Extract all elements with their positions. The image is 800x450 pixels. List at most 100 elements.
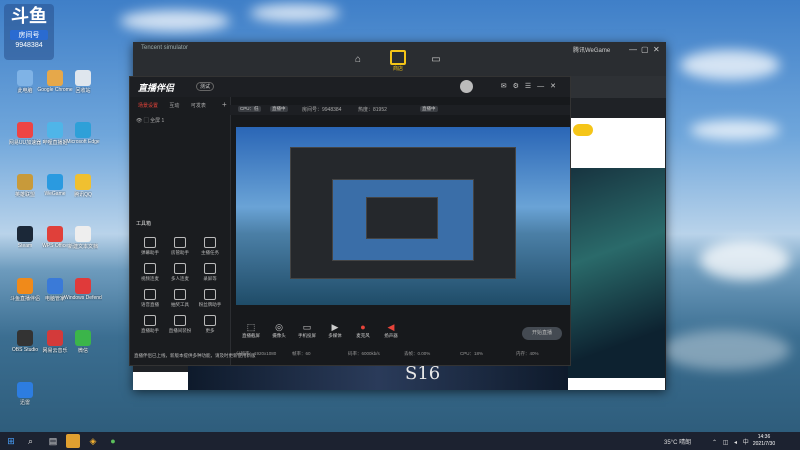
avatar[interactable] — [460, 80, 473, 93]
screenshot-button[interactable]: ⬚ 直播截屏 — [238, 321, 264, 339]
scene-item[interactable]: 👁 ▢ 全屏 1 — [136, 117, 164, 124]
tool-icon — [174, 289, 186, 300]
app-icon — [17, 330, 33, 346]
store-tab-label: 商店 — [392, 66, 403, 72]
desktop-icon-label: 微信 — [77, 348, 88, 354]
desktop-icon[interactable]: 新建文本文档 — [64, 224, 102, 250]
app-icon — [47, 174, 63, 190]
maximize-button[interactable]: ▢ — [641, 45, 649, 54]
clock[interactable]: 14:36 2021/7/30 — [748, 434, 780, 448]
minimize-button[interactable]: — — [629, 45, 637, 54]
pin-tag: 直播中 — [420, 106, 438, 112]
system-tray-icons[interactable]: ⌃ ◫ ◂ 中 — [712, 437, 751, 446]
tool-button[interactable]: 房管助手 — [166, 237, 194, 256]
scene-label: 全屏 1 — [150, 118, 165, 124]
media-button[interactable]: ▶ 多媒体 — [322, 321, 348, 339]
douyu-logo: 斗鱼 — [11, 6, 47, 27]
app-icon — [75, 226, 91, 242]
tool-icon — [204, 315, 216, 326]
tool-button[interactable]: 直播助手 — [136, 315, 164, 334]
desktop-icon[interactable]: 迅雷 — [6, 380, 44, 406]
s16-banner: S16 — [188, 362, 568, 390]
app-icon — [75, 70, 91, 86]
taskbar-app-icon[interactable]: ● — [106, 434, 120, 448]
taskbar-app-icon[interactable]: ◈ — [86, 434, 100, 448]
tool-label: 直播间装扮 — [168, 328, 192, 333]
live-tag: 直播中 — [270, 106, 288, 112]
stat-item: 分辨率：1920x1080 — [236, 351, 277, 356]
tool-button[interactable]: 录屏等 — [196, 263, 224, 282]
tool-icon — [144, 289, 156, 300]
stat-item: 丢帧：0.00% — [404, 351, 431, 356]
stat-item: 码率：6000kb/s — [348, 351, 380, 356]
game-art — [567, 168, 665, 378]
home-icon[interactable]: ⌂ — [351, 54, 365, 66]
desktop-icon-label: 此电脑 — [17, 88, 33, 94]
desktop-icon[interactable]: 微信 — [64, 328, 102, 354]
tab-scene[interactable]: 场景设置 — [138, 103, 158, 109]
tool-button[interactable]: 抽奖工具 — [166, 289, 194, 308]
taskbar-app-icon[interactable] — [66, 434, 80, 448]
video-icon[interactable]: ▭ — [429, 54, 443, 66]
tool-button[interactable]: 视频连麦 — [136, 263, 164, 282]
microphone-button[interactable]: ● 麦克风 — [350, 321, 376, 339]
preview-nested-window — [366, 197, 438, 239]
tool-label: 语音直播 — [141, 302, 159, 307]
tool-label: 粉丝牌助手 — [198, 302, 222, 307]
search-icon[interactable]: ⌕ — [28, 436, 33, 447]
tool-button[interactable]: 语音直播 — [136, 289, 164, 308]
tool-label: 弹幕助手 — [141, 250, 159, 255]
stream-status-bar: CPU：低 直播中 房间号：9948384 热度：81952 直播中 — [230, 105, 570, 115]
room-tag: 房间号 — [10, 30, 48, 40]
tool-button[interactable]: 直播间装扮 — [166, 315, 194, 334]
tool-button[interactable]: 弹幕助手 — [136, 237, 164, 256]
taskbar: ⊞ ⌕ ▤ ◈ ● 35°C 晴朗 ⌃ ◫ ◂ 中 14:36 2021/7/3… — [0, 432, 800, 450]
tool-icon — [204, 263, 216, 274]
desktop-icon[interactable]: Microsoft Edge — [64, 120, 102, 145]
tool-icon — [174, 315, 186, 326]
tool-label: 更多 — [205, 328, 215, 333]
store-tab[interactable]: 商店 — [389, 50, 407, 72]
app-icon — [75, 122, 91, 138]
banner-text: S16 — [405, 363, 441, 384]
weather-widget[interactable]: 35°C 晴朗 — [664, 437, 691, 446]
app-icon — [47, 122, 63, 138]
windows-start-icon[interactable]: ⊞ — [4, 434, 18, 448]
bottom-stats: 分辨率：1920x1080 帧率：60 码率：6000kb/s 丢帧：0.00% CPU… — [230, 351, 570, 361]
app-icon — [75, 278, 91, 294]
media-icon: ▶ — [331, 322, 339, 332]
version-badge[interactable]: 测试 — [196, 82, 215, 91]
speaker-button[interactable]: ◀ 扬声器 — [378, 321, 404, 339]
title-icons[interactable]: ✉⚙☰—✕ — [501, 82, 562, 90]
screenshot-icon: ⬚ — [246, 322, 256, 332]
tab-interact[interactable]: 互动 — [169, 103, 179, 109]
sky-cloud — [680, 50, 780, 80]
desktop-icon[interactable]: 腾讯QQ — [64, 172, 102, 198]
desktop-icon-label: 英雄联盟 — [14, 192, 35, 198]
add-scene-icon[interactable]: + — [222, 100, 227, 109]
stream-preview — [236, 127, 570, 305]
tool-label: 多人连麦 — [171, 276, 189, 281]
app-icon — [17, 226, 33, 242]
desktop-icons: 此电脑 Google Chrome 回收站 网易UU加速器 哔哩直播姬 Microsoft… — [2, 0, 134, 432]
app-icon — [47, 70, 63, 86]
douyu-watermark: 斗鱼 房间号 9948384 — [4, 4, 54, 60]
tool-button[interactable]: 多人连麦 — [166, 263, 194, 282]
task-view-icon[interactable]: ▤ — [46, 434, 60, 448]
phone-cast-button[interactable]: ▭ 手机投屏 — [294, 321, 320, 339]
room-info: 房间号：9948384 — [302, 107, 342, 113]
microphone-icon: ● — [360, 322, 366, 332]
yellow-pill[interactable] — [573, 124, 593, 136]
camera-button[interactable]: ◎ 摄像头 — [266, 321, 292, 339]
tab-publish[interactable]: 可发表 — [191, 103, 206, 109]
desktop-icon-label: Windows Defender — [64, 295, 102, 301]
tool-button[interactable]: 主播任务 — [196, 237, 224, 256]
tool-button[interactable]: 更多 — [196, 315, 224, 334]
user-info[interactable]: 腾讯WeGame — [573, 45, 610, 54]
desktop-icon[interactable]: Windows Defender — [64, 276, 102, 301]
web-page-left — [133, 372, 188, 390]
tool-button[interactable]: 粉丝牌助手 — [196, 289, 224, 308]
desktop-icon[interactable]: 回收站 — [64, 68, 102, 94]
close-button[interactable]: ✕ — [653, 45, 660, 54]
go-live-button[interactable]: 开始直播 — [522, 327, 562, 340]
